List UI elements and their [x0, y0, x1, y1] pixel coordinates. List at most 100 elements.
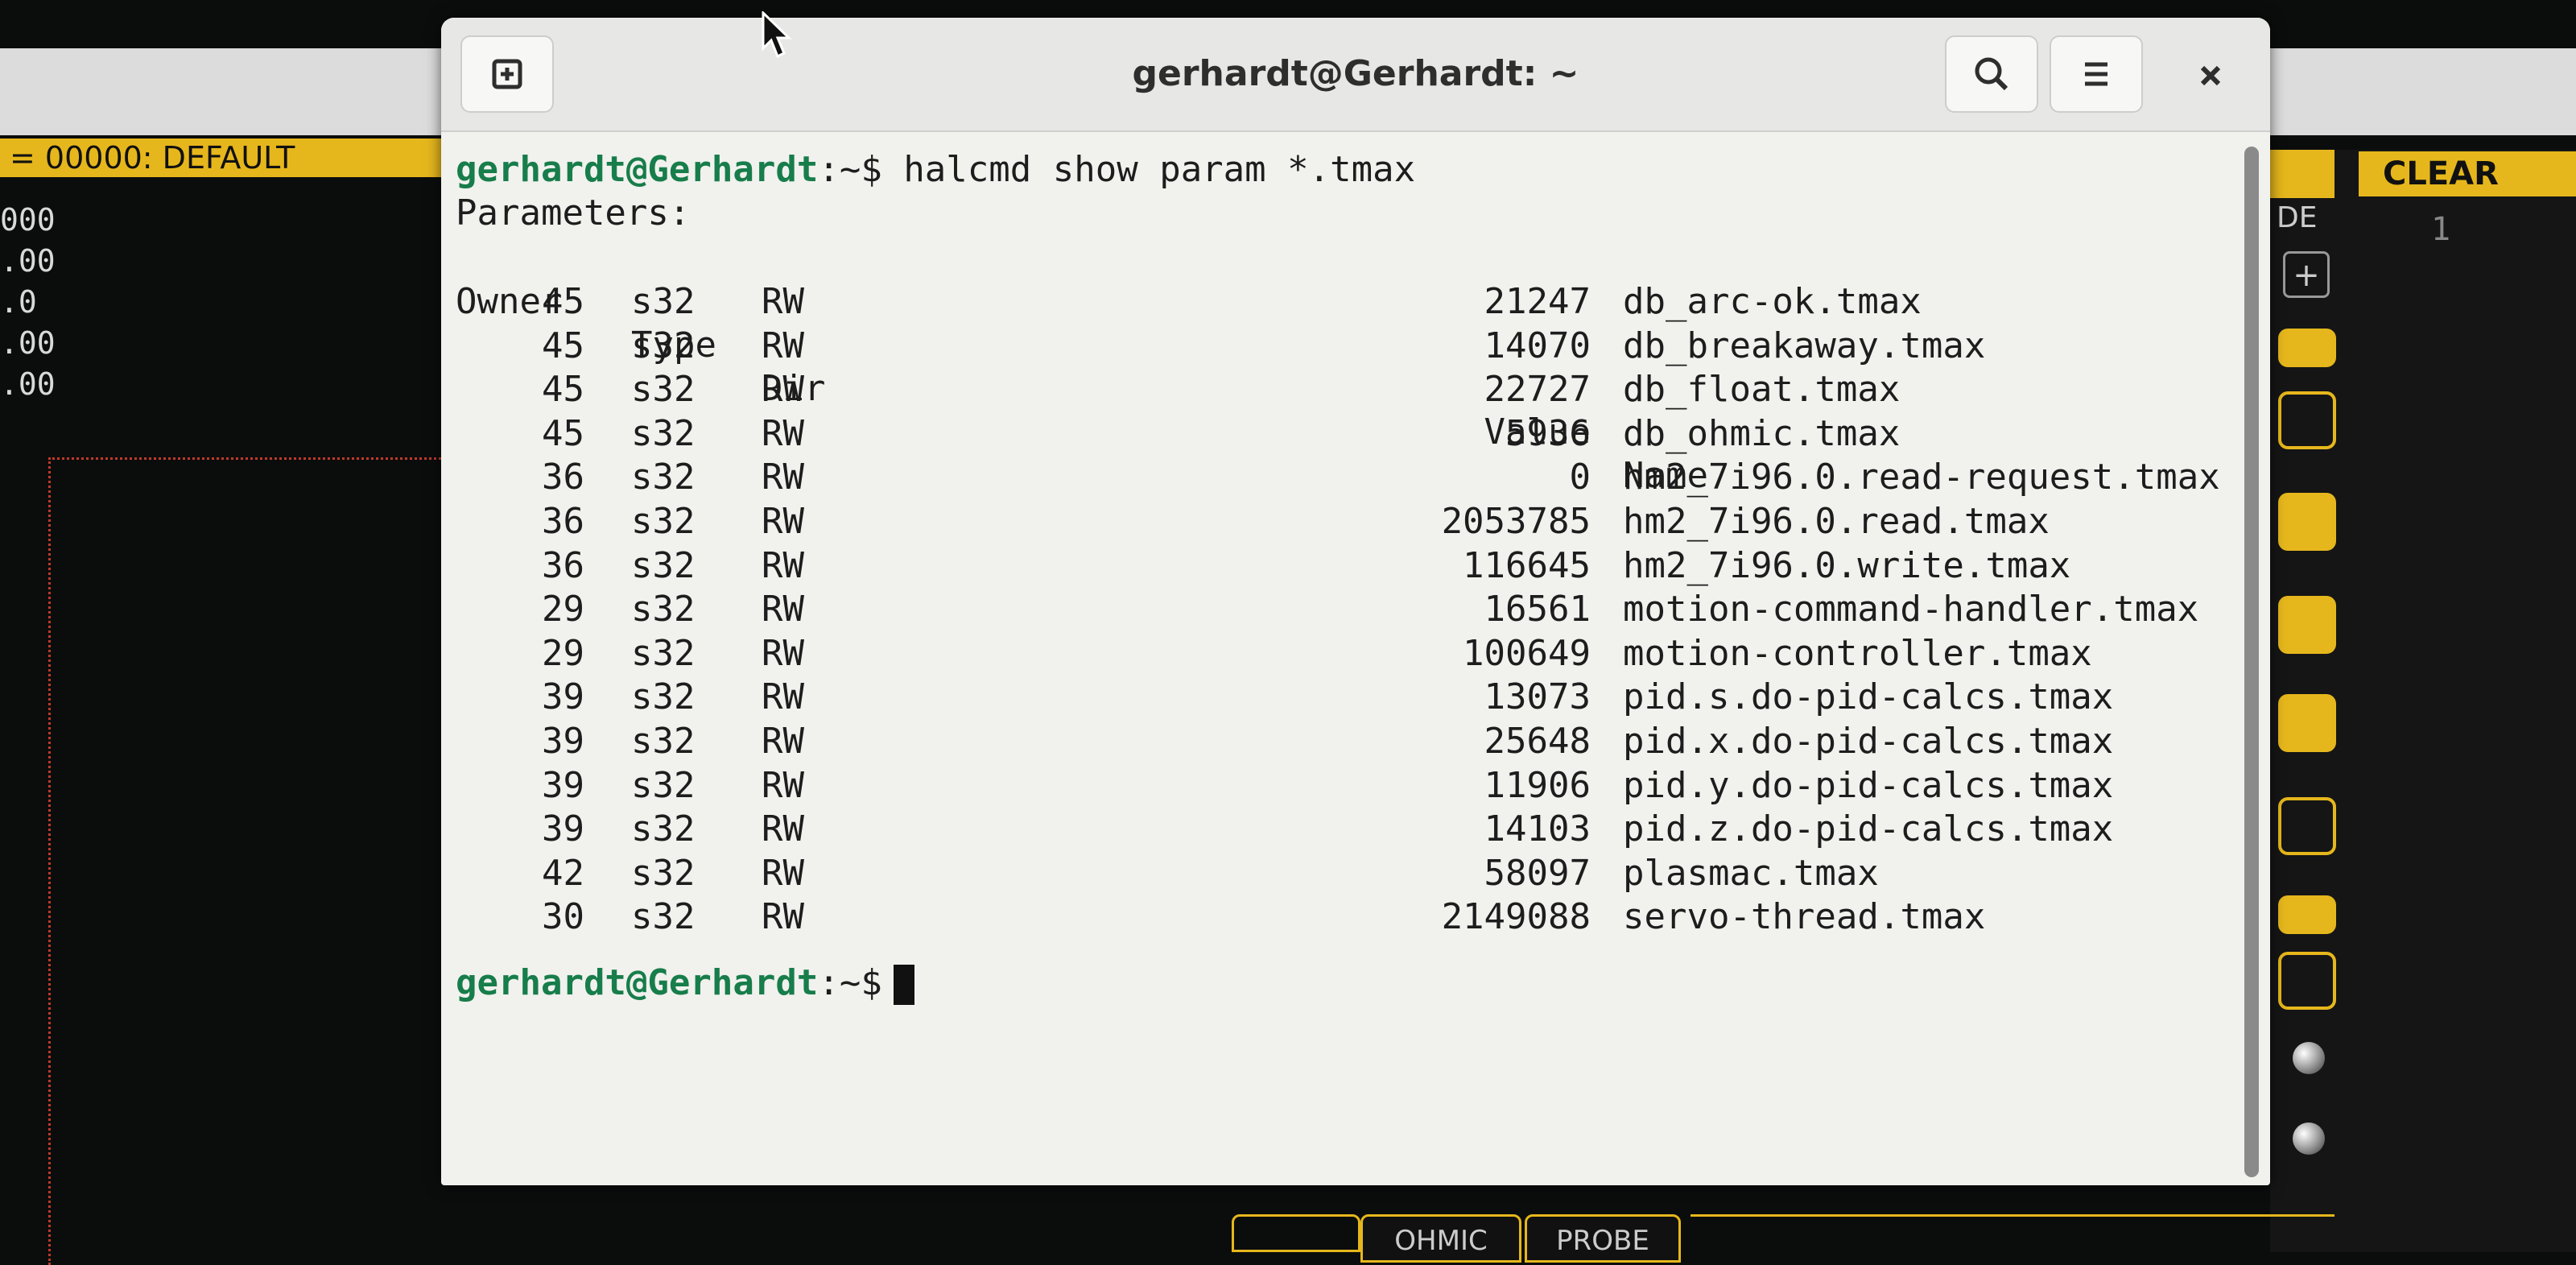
cell-type: s32	[631, 632, 696, 674]
cell-name: servo-thread.tmax	[1623, 896, 1986, 938]
status-led-icon	[2293, 1042, 2325, 1074]
cell-type: s32	[631, 325, 696, 366]
command-line: gerhardt@Gerhardt:~$ halcmd show param *…	[456, 148, 1415, 192]
background-toggle-button[interactable]	[2278, 596, 2336, 654]
cell-owner: 36	[542, 457, 584, 498]
background-preview-plot	[48, 457, 469, 1265]
status-led-icon	[2293, 1122, 2325, 1155]
cell-name: db_float.tmax	[1623, 369, 1901, 411]
background-toggle-button[interactable]	[2278, 895, 2336, 934]
cell-value: 5936	[1505, 412, 1591, 454]
clear-button[interactable]: CLEAR	[2359, 151, 2576, 196]
cell-type: s32	[631, 721, 696, 762]
cell-type: s32	[631, 544, 696, 586]
cell-value: 0	[1569, 457, 1591, 498]
background-dro-readout: 000 .00 .0 .00 .00	[0, 200, 56, 405]
cell-owner: 45	[542, 369, 584, 411]
dro-value: .0	[0, 284, 37, 320]
background-toggle-button[interactable]	[2278, 493, 2336, 551]
cell-value: 13073	[1484, 676, 1591, 718]
hamburger-menu-icon	[2085, 62, 2107, 86]
cell-owner: 42	[542, 852, 584, 894]
cell-name: db_arc-ok.tmax	[1623, 281, 1922, 322]
table-row: 36 s32 RW 116645 hm2_7i96.0.write.tmax	[456, 544, 2227, 588]
cell-type: s32	[631, 808, 696, 850]
cell-value: 2053785	[1441, 501, 1591, 542]
prompt-line: gerhardt@Gerhardt:~$	[456, 961, 914, 1005]
cell-owner: 45	[542, 412, 584, 454]
table-row: 30 s32 RW 2149088 servo-thread.tmax	[456, 895, 2227, 939]
table-header: Owner Type Dir Value Name	[456, 237, 2227, 496]
cell-owner: 39	[542, 676, 584, 718]
cell-name: motion-controller.tmax	[1623, 632, 2092, 674]
table-row: 39 s32 RW 11906 pid.y.do-pid-calcs.tmax	[456, 764, 2227, 808]
cell-value: 116645	[1463, 544, 1591, 586]
table-row: 45 s32 RW 21247 db_arc-ok.tmax	[456, 280, 2227, 324]
background-side-label: DE	[2277, 201, 2318, 234]
prompt-path: :~$	[818, 962, 882, 1003]
background-panel-header	[2270, 150, 2334, 198]
cell-dir: RW	[762, 544, 804, 586]
probe-tab[interactable]: PROBE	[1525, 1214, 1681, 1263]
background-toggle-button[interactable]	[2278, 694, 2336, 752]
cell-type: s32	[631, 676, 696, 718]
search-button[interactable]	[1945, 35, 2038, 113]
cell-dir: RW	[762, 721, 804, 762]
cell-owner: 36	[542, 501, 584, 542]
background-bottom-frame	[1232, 1214, 1360, 1252]
cell-type: s32	[631, 457, 696, 498]
table-row: 39 s32 RW 14103 pid.z.do-pid-calcs.tmax	[456, 808, 2227, 851]
background-toggle-button[interactable]	[2278, 952, 2336, 1010]
cell-owner: 45	[542, 281, 584, 322]
cell-owner: 39	[542, 721, 584, 762]
close-button[interactable]	[2172, 35, 2249, 113]
cell-dir: RW	[762, 457, 804, 498]
cell-value: 58097	[1484, 852, 1591, 894]
dro-value: 000	[0, 202, 56, 238]
table-row: 39 s32 RW 13073 pid.s.do-pid-calcs.tmax	[456, 676, 2227, 719]
table-row: 42 s32 RW 58097 plasmac.tmax	[456, 852, 2227, 895]
table-row: 45 s32 RW 5936 db_ohmic.tmax	[456, 412, 2227, 456]
terminal-titlebar[interactable]: gerhardt@Gerhardt: ~	[441, 18, 2270, 132]
cell-type: s32	[631, 589, 696, 630]
menu-button[interactable]	[2050, 35, 2143, 113]
cell-name: hm2_7i96.0.write.tmax	[1623, 544, 2071, 586]
prompt-path: :~$	[818, 149, 882, 190]
dro-value: .00	[0, 366, 56, 402]
close-icon	[2200, 65, 2221, 86]
cell-dir: RW	[762, 369, 804, 411]
cell-dir: RW	[762, 632, 804, 674]
cell-name: pid.x.do-pid-calcs.tmax	[1623, 721, 2114, 762]
background-side-value: 1	[2431, 211, 2451, 248]
table-row: 45 s32 RW 22727 db_float.tmax	[456, 368, 2227, 411]
scrollbar[interactable]	[2244, 147, 2259, 1177]
cell-value: 14070	[1484, 325, 1591, 366]
cell-value: 16561	[1484, 589, 1591, 630]
terminal-output[interactable]: gerhardt@Gerhardt:~$ halcmd show param *…	[456, 130, 2238, 1185]
cell-dir: RW	[762, 325, 804, 366]
cell-name: db_ohmic.tmax	[1623, 412, 1901, 454]
table-row: 45 s32 RW 14070 db_breakaway.tmax	[456, 325, 2227, 368]
cell-type: s32	[631, 896, 696, 938]
background-toggle-button[interactable]	[2278, 797, 2336, 855]
background-toggle-button[interactable]	[2278, 329, 2336, 367]
cell-owner: 30	[542, 896, 584, 938]
cell-name: hm2_7i96.0.read-request.tmax	[1623, 457, 2220, 498]
cell-value: 100649	[1463, 632, 1591, 674]
cell-owner: 45	[542, 325, 584, 366]
cell-value: 14103	[1484, 808, 1591, 850]
dro-value: .00	[0, 325, 56, 361]
prompt-user: gerhardt@Gerhardt	[456, 149, 819, 190]
plus-button[interactable]: +	[2283, 251, 2330, 298]
table-row: 29 s32 RW 16561 motion-command-handler.tmax	[456, 588, 2227, 631]
terminal-window[interactable]: gerhardt@Gerhardt: ~ gerhardt@Gerhardt:~…	[441, 18, 2270, 1185]
cell-value: 22727	[1484, 369, 1591, 411]
ohmic-tab[interactable]: OHMIC	[1360, 1214, 1521, 1263]
background-toggle-button[interactable]	[2278, 391, 2336, 449]
cell-dir: RW	[762, 852, 804, 894]
cell-name: pid.y.do-pid-calcs.tmax	[1623, 764, 2114, 806]
cell-dir: RW	[762, 808, 804, 850]
cell-value: 11906	[1484, 764, 1591, 806]
prompt-user: gerhardt@Gerhardt	[456, 962, 819, 1003]
table-row: 29 s32 RW 100649 motion-controller.tmax	[456, 632, 2227, 676]
